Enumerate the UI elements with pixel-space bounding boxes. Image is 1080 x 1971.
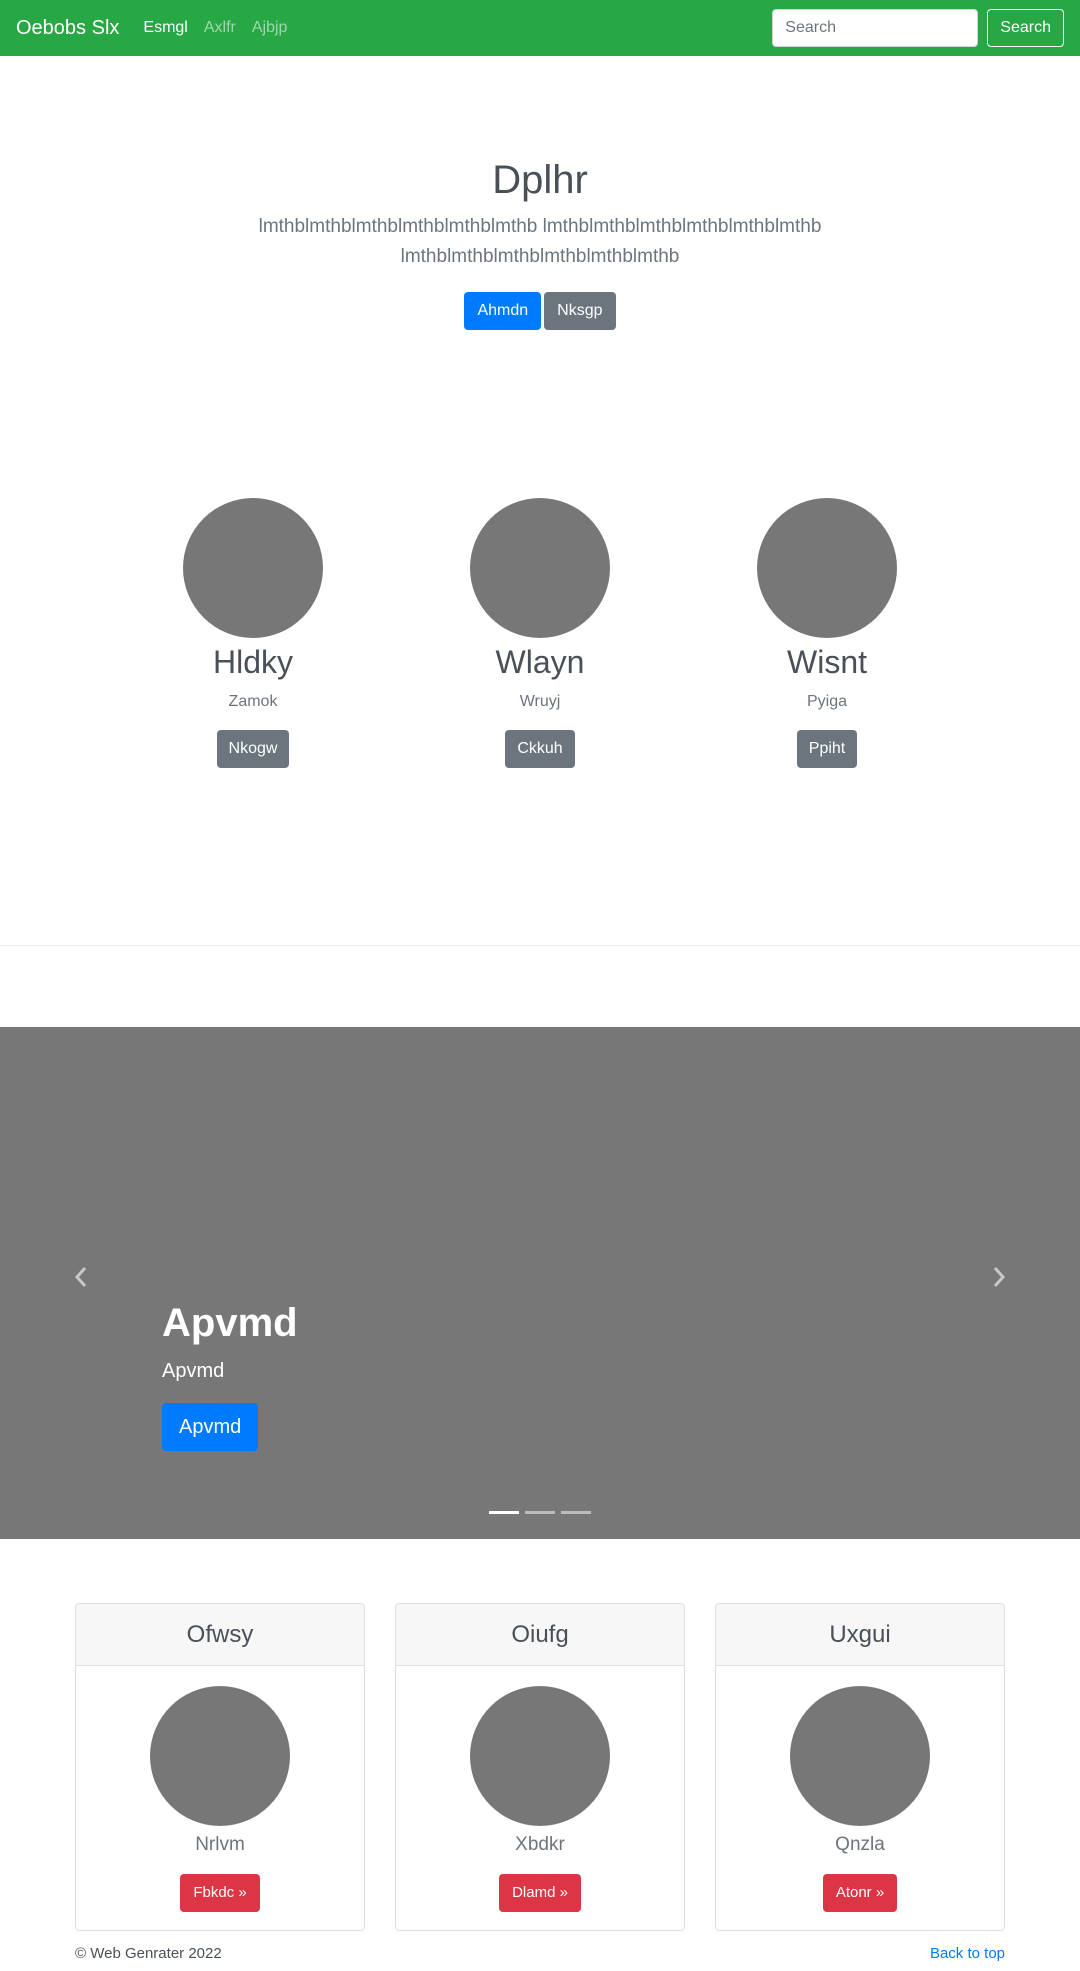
team-member: Wlayn Wruyj Ckkuh xyxy=(390,498,690,768)
card-image xyxy=(470,1686,610,1826)
card-image xyxy=(150,1686,290,1826)
card-subtitle: Qnzla xyxy=(835,1834,885,1855)
carousel-button[interactable]: Apvmd xyxy=(162,1403,259,1451)
member-name: Hldky xyxy=(212,644,293,680)
hero-lead: lmthblmthblmthblmthblmthblmthb lmthblmth… xyxy=(258,216,822,267)
member-role: Zamok xyxy=(228,693,278,710)
card-button[interactable]: Atonr » xyxy=(822,1874,898,1912)
footer-copyright: © Web Genrater 2022 xyxy=(75,1945,222,1962)
nav-link-ajbjp[interactable]: Ajbjp xyxy=(252,19,288,37)
carousel-indicators xyxy=(0,1511,1080,1514)
carousel-indicator[interactable] xyxy=(525,1511,555,1514)
card: Ofwsy Nrlvm Fbkdc » xyxy=(75,1603,365,1931)
navbar: Oebobs Slx Esmgl Axlfr Ajbjp Search xyxy=(0,0,1080,56)
carousel-caption: Apvmd Apvmd Apvmd xyxy=(162,1299,298,1451)
carousel-indicator[interactable] xyxy=(561,1511,591,1514)
section-divider xyxy=(0,945,1080,946)
card: Oiufg Xbdkr Dlamd » xyxy=(395,1603,685,1931)
member-role: Pyiga xyxy=(806,693,848,710)
nav-link-esmgl[interactable]: Esmgl xyxy=(143,19,187,37)
team-member: Hldky Zamok Nkogw xyxy=(103,498,403,768)
avatar xyxy=(470,498,610,638)
card-header: Oiufg xyxy=(396,1604,684,1666)
card-header: Ofwsy xyxy=(76,1604,364,1666)
carousel-text: Apvmd xyxy=(162,1360,225,1382)
footer: © Web Genrater 2022 Back to top xyxy=(75,1945,1005,1962)
chevron-right-icon xyxy=(993,1267,1006,1287)
hero-title: Dplhr xyxy=(492,158,588,202)
card-header: Uxgui xyxy=(716,1604,1004,1666)
card-subtitle: Xbdkr xyxy=(515,1834,565,1855)
member-name: Wisnt xyxy=(787,644,867,680)
card-subtitle: Nrlvm xyxy=(195,1834,245,1855)
member-button[interactable]: Nkogw xyxy=(216,730,290,768)
hero-secondary-button[interactable]: Nksgp xyxy=(544,292,616,330)
chevron-left-icon xyxy=(74,1267,87,1287)
card: Uxgui Qnzla Atonr » xyxy=(715,1603,1005,1931)
search-form: Search xyxy=(772,9,1064,47)
team-member: Wisnt Pyiga Ppiht xyxy=(677,498,977,768)
card-body: Qnzla Atonr » xyxy=(716,1666,1004,1912)
search-input[interactable] xyxy=(772,9,979,47)
avatar xyxy=(757,498,897,638)
hero-buttons: Ahmdn Nksgp xyxy=(0,292,1080,330)
card-body: Xbdkr Dlamd » xyxy=(396,1666,684,1912)
card-button[interactable]: Dlamd » xyxy=(499,1874,581,1912)
back-to-top-link[interactable]: Back to top xyxy=(930,1945,1005,1962)
card-body: Nrlvm Fbkdc » xyxy=(76,1666,364,1912)
carousel-next-control[interactable] xyxy=(979,1257,1019,1297)
carousel-indicator[interactable] xyxy=(489,1511,519,1514)
navbar-brand[interactable]: Oebobs Slx xyxy=(16,17,119,40)
carousel: Apvmd Apvmd Apvmd xyxy=(0,1027,1080,1539)
member-button[interactable]: Ppiht xyxy=(796,730,858,768)
search-button[interactable]: Search xyxy=(987,9,1064,47)
member-button[interactable]: Ckkuh xyxy=(505,730,575,768)
avatar xyxy=(183,498,323,638)
hero-primary-button[interactable]: Ahmdn xyxy=(464,292,542,330)
card-button[interactable]: Fbkdc » xyxy=(180,1874,260,1912)
nav-link-axlfr[interactable]: Axlfr xyxy=(204,19,236,37)
carousel-prev-control[interactable] xyxy=(61,1257,101,1297)
member-name: Wlayn xyxy=(495,644,585,680)
carousel-title: Apvmd xyxy=(162,1301,298,1345)
nav-links: Esmgl Axlfr Ajbjp xyxy=(143,19,303,37)
card-image xyxy=(790,1686,930,1826)
member-role: Wruyj xyxy=(519,693,561,710)
